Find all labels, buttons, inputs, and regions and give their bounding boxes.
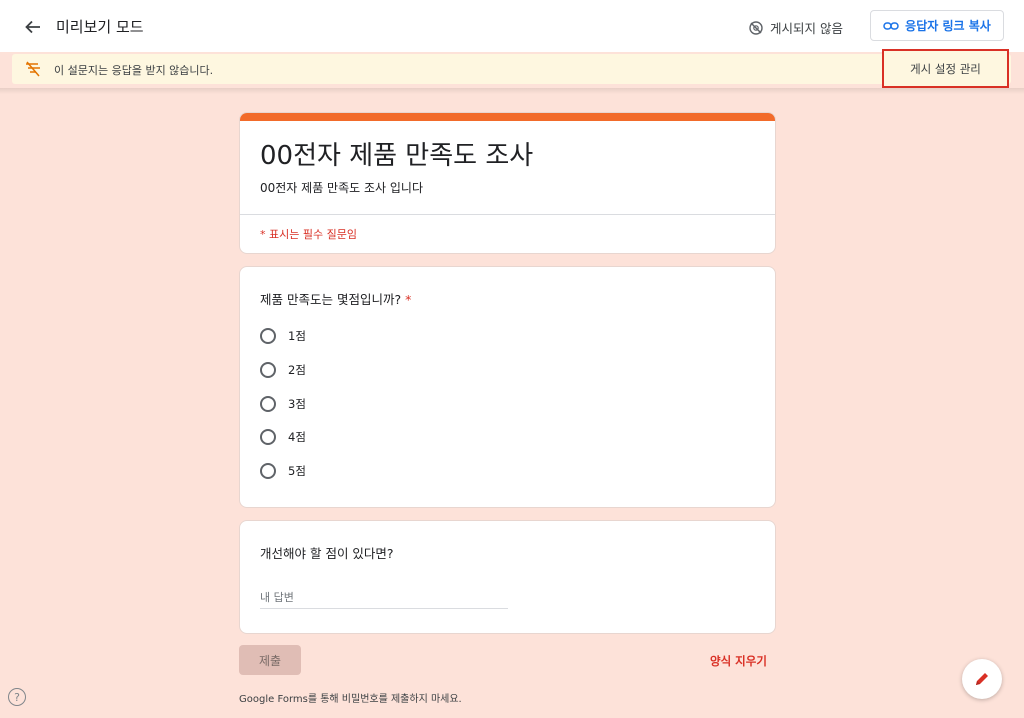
link-icon bbox=[883, 21, 899, 30]
no-responses-banner: 이 설문지는 응답을 받지 않습니다. bbox=[12, 54, 1011, 84]
radio-button[interactable] bbox=[260, 328, 276, 344]
manage-publish-settings-button[interactable]: 게시 설정 관리 bbox=[882, 49, 1009, 88]
copy-link-label: 응답자 링크 복사 bbox=[905, 19, 991, 33]
radio-option-5[interactable]: 5점 bbox=[260, 463, 306, 479]
copy-respondent-link-button[interactable]: 응답자 링크 복사 bbox=[870, 10, 1004, 41]
publish-status: 게시되지 않음 bbox=[748, 18, 843, 37]
radio-option-2[interactable]: 2점 bbox=[260, 362, 306, 378]
form-description: 00전자 제품 만족도 조사 입니다 bbox=[260, 181, 424, 195]
submit-button[interactable]: 제출 bbox=[239, 645, 301, 675]
question-card-improvement: 개선해야 할 점이 있다면? bbox=[239, 520, 776, 634]
page-title: 미리보기 모드 bbox=[56, 18, 144, 36]
radio-button[interactable] bbox=[260, 396, 276, 412]
footer-note: Google Forms를 통해 비밀번호를 제출하지 마세요. bbox=[239, 694, 462, 705]
option-label: 2점 bbox=[288, 363, 306, 377]
option-label: 4점 bbox=[288, 430, 306, 444]
top-bar: 미리보기 모드 게시되지 않음 응답자 링크 복사 bbox=[0, 0, 1024, 52]
header-shadow bbox=[0, 88, 1024, 94]
question-card-satisfaction: 제품 만족도는 몇점입니까? * 1점 2점 3점 4점 5점 bbox=[239, 266, 776, 508]
manage-publish-settings-label: 게시 설정 관리 bbox=[910, 61, 981, 76]
clear-form-button[interactable]: 양식 지우기 bbox=[710, 653, 767, 669]
option-label: 5점 bbox=[288, 464, 306, 478]
radio-button[interactable] bbox=[260, 362, 276, 378]
form-title-card: 00전자 제품 만족도 조사 00전자 제품 만족도 조사 입니다 * 표시는 … bbox=[239, 112, 776, 254]
short-answer-input[interactable] bbox=[260, 587, 508, 609]
option-label: 1점 bbox=[288, 329, 306, 343]
question-text: 제품 만족도는 몇점입니까? bbox=[260, 292, 402, 307]
required-star: * bbox=[405, 292, 412, 307]
eye-off-icon bbox=[749, 20, 763, 35]
question-text: 개선해야 할 점이 있다면? bbox=[260, 546, 394, 561]
edit-form-button[interactable] bbox=[962, 659, 1002, 699]
option-label: 3점 bbox=[288, 397, 306, 411]
banner-message: 이 설문지는 응답을 받지 않습니다. bbox=[54, 64, 214, 77]
arrow-left-icon bbox=[25, 20, 40, 34]
no-responses-icon bbox=[26, 61, 40, 77]
back-button[interactable] bbox=[20, 14, 46, 40]
question-label: 제품 만족도는 몇점입니까? * bbox=[260, 289, 411, 308]
accent-stripe bbox=[240, 113, 775, 121]
radio-option-3[interactable]: 3점 bbox=[260, 396, 306, 412]
required-note: * 표시는 필수 질문임 bbox=[260, 228, 357, 241]
radio-button[interactable] bbox=[260, 463, 276, 479]
form-title: 00전자 제품 만족도 조사 bbox=[260, 141, 534, 171]
publish-status-label: 게시되지 않음 bbox=[770, 21, 843, 36]
help-icon: ? bbox=[14, 690, 20, 704]
pencil-icon bbox=[976, 673, 988, 685]
radio-option-1[interactable]: 1점 bbox=[260, 328, 306, 344]
help-button[interactable]: ? bbox=[8, 688, 26, 706]
radio-button[interactable] bbox=[260, 429, 276, 445]
radio-option-4[interactable]: 4점 bbox=[260, 429, 306, 445]
divider bbox=[240, 214, 775, 215]
